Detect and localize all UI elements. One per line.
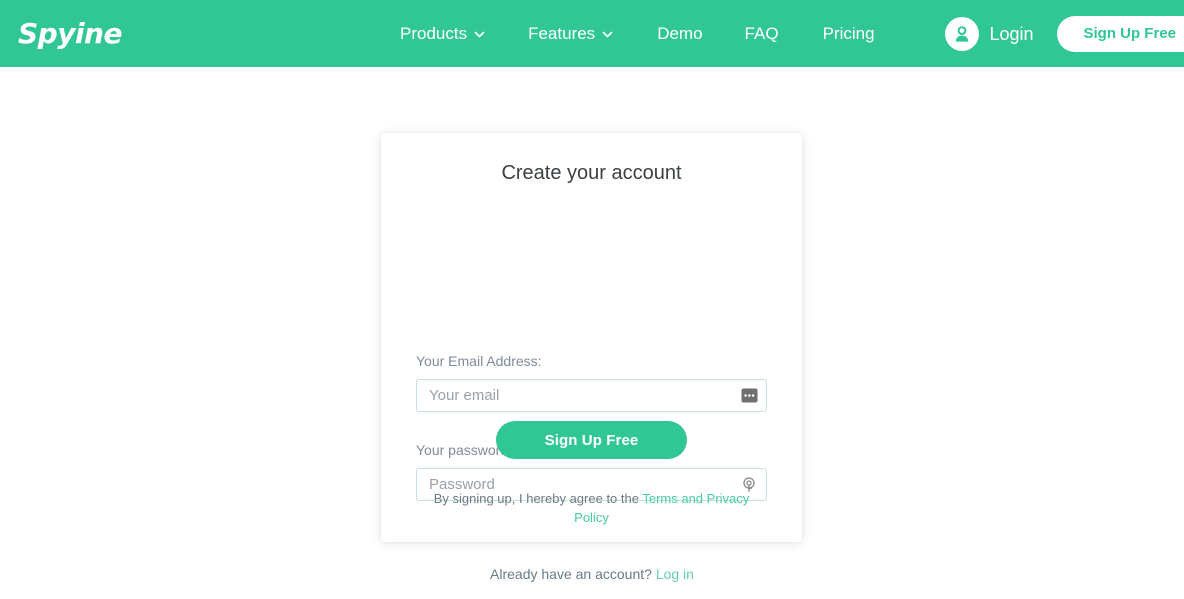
terms-agreement-text: By signing up, I hereby agree to the Ter…: [417, 489, 766, 527]
email-field-label: Your Email Address:: [416, 353, 542, 369]
header-signup-label: Sign Up Free: [1083, 25, 1176, 42]
login-label: Login: [989, 23, 1034, 44]
user-avatar-icon: [945, 16, 980, 51]
chevron-down-icon: [474, 29, 485, 40]
nav-item-demo[interactable]: Demo: [657, 24, 702, 44]
existing-account-text: Already have an account?: [490, 566, 656, 582]
nav-item-label: FAQ: [744, 23, 779, 43]
signup-card: Create your account Your Email Address: …: [381, 133, 802, 542]
site-header: Spyine Products Features Demo FAQ Pricin…: [0, 0, 1184, 67]
signup-submit-button[interactable]: Sign Up Free: [496, 421, 687, 459]
nav-item-label: Pricing: [822, 23, 875, 43]
autofill-dots-icon[interactable]: [740, 387, 758, 405]
nav-item-faq[interactable]: FAQ: [745, 24, 779, 44]
brand-logo[interactable]: Spyine: [18, 18, 122, 50]
nav-item-label: Products: [400, 23, 468, 43]
chevron-down-icon: [602, 29, 613, 40]
header-signup-button[interactable]: Sign Up Free: [1057, 15, 1184, 52]
nav-item-label: Demo: [657, 23, 703, 43]
login-link[interactable]: Log in: [656, 566, 694, 582]
nav-item-products[interactable]: Products: [400, 24, 485, 44]
header-actions: Login Sign Up Free: [945, 0, 1184, 67]
email-input-wrapper[interactable]: [416, 379, 767, 412]
nav-item-label: Features: [528, 23, 596, 43]
existing-account-prompt: Already have an account? Log in: [0, 565, 1184, 584]
email-input[interactable]: [417, 380, 766, 411]
nav-item-pricing[interactable]: Pricing: [823, 24, 875, 44]
page-title: Create your account: [501, 162, 682, 184]
nav-item-features[interactable]: Features: [528, 24, 613, 44]
main-navigation: Products Features Demo FAQ Pricing: [400, 0, 875, 67]
terms-prefix: By signing up, I hereby agree to the: [433, 491, 643, 506]
login-button[interactable]: Login: [945, 16, 1034, 51]
